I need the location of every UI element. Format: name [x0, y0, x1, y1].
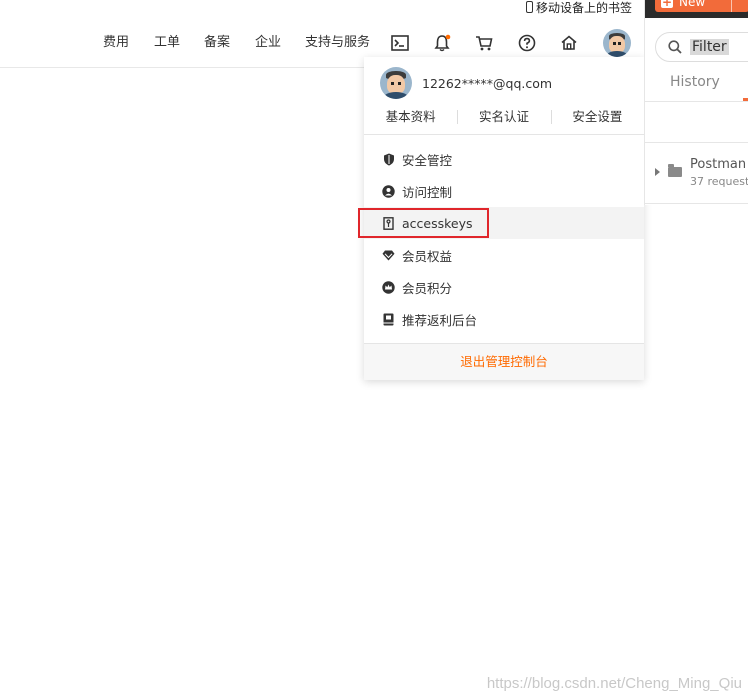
- mobile-bookmarks-label: 移动设备上的书签: [535, 0, 632, 15]
- plus-icon: +: [661, 0, 673, 8]
- dropdown-user: 12262*****@qq.com: [380, 67, 552, 99]
- menu-item-member-benefits[interactable]: 会员权益: [364, 239, 644, 271]
- collection-name: Postman: [690, 157, 747, 172]
- bell-icon[interactable]: [431, 32, 453, 54]
- link-real-name-auth[interactable]: 实名认证: [457, 107, 550, 127]
- menu-item-label: 访问控制: [402, 184, 453, 200]
- diamond-icon: [382, 249, 395, 262]
- bookmark-bar: 移动设备上的书签: [0, 0, 644, 18]
- user-circle-icon: [382, 184, 395, 198]
- collection-item[interactable]: Postman 37 request: [655, 157, 748, 188]
- nav-fees[interactable]: 费用: [103, 18, 129, 68]
- divider: [364, 134, 644, 135]
- menu-item-label: 会员积分: [402, 280, 453, 296]
- book-icon: [382, 313, 395, 326]
- menu-item-referral-backend[interactable]: 推荐返利后台: [364, 303, 644, 335]
- nav-tickets[interactable]: 工单: [154, 18, 180, 68]
- shield-icon: [382, 153, 395, 166]
- filter-input[interactable]: Filter: [655, 32, 748, 62]
- collection-count: 37 request: [690, 175, 748, 188]
- cart-icon[interactable]: [473, 32, 495, 54]
- logout-button[interactable]: 退出管理控制台: [364, 344, 644, 380]
- postman-panel: + New Filter History Postman 37 request: [644, 0, 748, 205]
- search-icon: [668, 40, 682, 54]
- account-email: 12262*****@qq.com: [422, 75, 553, 91]
- nav-support[interactable]: 支持与服务: [305, 18, 370, 68]
- menu-item-access-control[interactable]: 访问控制: [364, 175, 644, 207]
- account-dropdown: 12262*****@qq.com 基本资料 实名认证 安全设置 安全管控 访问…: [358, 57, 644, 380]
- watermark: https://blog.csdn.net/Cheng_Ming_Qiu: [486, 675, 742, 692]
- menu-item-member-points[interactable]: 会员积分: [364, 271, 644, 303]
- menu-item-accesskeys[interactable]: accesskeys: [358, 207, 644, 239]
- new-button[interactable]: + New: [655, 0, 748, 12]
- menu-item-label: 会员权益: [402, 248, 453, 264]
- phone-icon: [525, 1, 533, 13]
- link-basic-profile[interactable]: 基本资料: [364, 107, 457, 127]
- folder-icon: [668, 164, 682, 177]
- menu-item-security-control[interactable]: 安全管控: [364, 143, 644, 175]
- dropdown-avatar: [380, 67, 412, 99]
- menu-item-label: 安全管控: [402, 152, 453, 168]
- help-icon[interactable]: [516, 32, 538, 54]
- terminal-icon[interactable]: [389, 32, 411, 54]
- tab-history[interactable]: History: [670, 74, 720, 90]
- nav-enterprise[interactable]: 企业: [255, 18, 281, 68]
- filter-text: Filter: [690, 39, 729, 55]
- crown-icon: [382, 280, 395, 294]
- link-security-settings[interactable]: 安全设置: [550, 107, 644, 127]
- expand-caret-icon[interactable]: [655, 168, 660, 176]
- account-links: 基本资料 实名认证 安全设置: [364, 107, 644, 127]
- notification-dot: [445, 34, 451, 40]
- new-button-label: New: [679, 0, 706, 9]
- mobile-bookmarks-folder[interactable]: 移动设备上的书签: [525, 0, 632, 15]
- nav-filing[interactable]: 备案: [204, 18, 230, 68]
- user-avatar[interactable]: [603, 29, 631, 57]
- menu-item-label: 推荐返利后台: [402, 312, 478, 328]
- account-menu: 安全管控 访问控制 accesskeys 会员权益 会员积分 推荐返利后台: [358, 143, 644, 335]
- highlight-box: [358, 208, 489, 238]
- home-icon[interactable]: [558, 32, 580, 54]
